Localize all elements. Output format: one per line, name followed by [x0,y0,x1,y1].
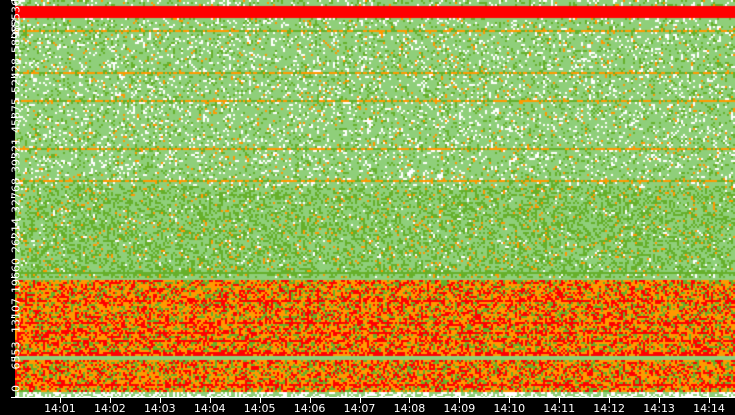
x-tick-label: 14:07 [343,402,376,415]
x-tick-label: 14:09 [443,402,476,415]
x-tick-label: 14:03 [143,402,176,415]
y-tick-label: 26214 [9,218,23,253]
y-tick-label: 13107 [9,298,23,333]
x-tick-label: 14:10 [493,402,526,415]
x-tick-label: 14:06 [293,402,326,415]
x-tick-label: 14:14 [693,402,725,415]
x-tick-label: 14:08 [393,402,426,415]
port-time-heatmap: 0 6553 13107 19660 26214 32768 39321 45875 52428… [0,0,735,415]
x-tick-label: 14:11 [543,402,576,415]
x-axis-line [15,397,735,398]
x-tick-label: 14:12 [593,402,625,415]
y-tick-label: 65536 [9,0,23,34]
x-tick-label: 14:02 [94,402,126,415]
x-tick-label: 14:05 [243,402,276,415]
x-tick-label: 14:01 [44,402,76,415]
y-tick-label: 32768 [9,178,23,213]
heatmap-canvas [15,0,735,398]
x-tick-label: 14:13 [643,402,675,415]
y-tick-label: 19660 [9,258,23,293]
y-tick-label: 45875 [9,98,23,133]
y-tick-label: 39321 [9,138,23,173]
y-tick-label: 6553 [9,341,23,370]
x-tick-label: 14:04 [193,402,226,415]
y-tick-label: 52428 [9,58,23,93]
